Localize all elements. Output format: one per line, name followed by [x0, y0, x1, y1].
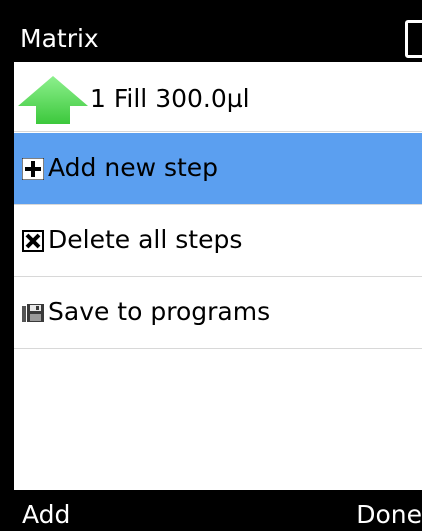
delete-x-icon — [22, 230, 44, 252]
add-softkey[interactable]: Add — [22, 500, 70, 530]
window-title: Matrix — [20, 24, 99, 53]
step-row[interactable]: 1 Fill 300.0µl — [14, 62, 422, 132]
delete-all-steps-label: Delete all steps — [48, 225, 243, 254]
battery-icon — [405, 20, 422, 58]
green-up-arrow-icon — [18, 76, 88, 124]
delete-all-steps-item[interactable]: Delete all steps — [14, 205, 422, 277]
save-disk-icon — [22, 304, 44, 322]
step-label: 1 Fill 300.0µl — [90, 84, 250, 113]
device-screen: Matrix 1 Fill 300.0µl Add new step Delet… — [0, 0, 422, 531]
save-to-programs-label: Save to programs — [48, 297, 271, 326]
save-to-programs-item[interactable]: Save to programs — [14, 277, 422, 349]
plus-icon — [22, 158, 44, 180]
add-new-step-item[interactable]: Add new step — [14, 133, 422, 205]
softkey-bar: Add Done — [0, 490, 422, 531]
title-bar: Matrix — [0, 0, 422, 62]
add-new-step-label: Add new step — [48, 153, 219, 182]
done-softkey[interactable]: Done — [356, 500, 422, 530]
